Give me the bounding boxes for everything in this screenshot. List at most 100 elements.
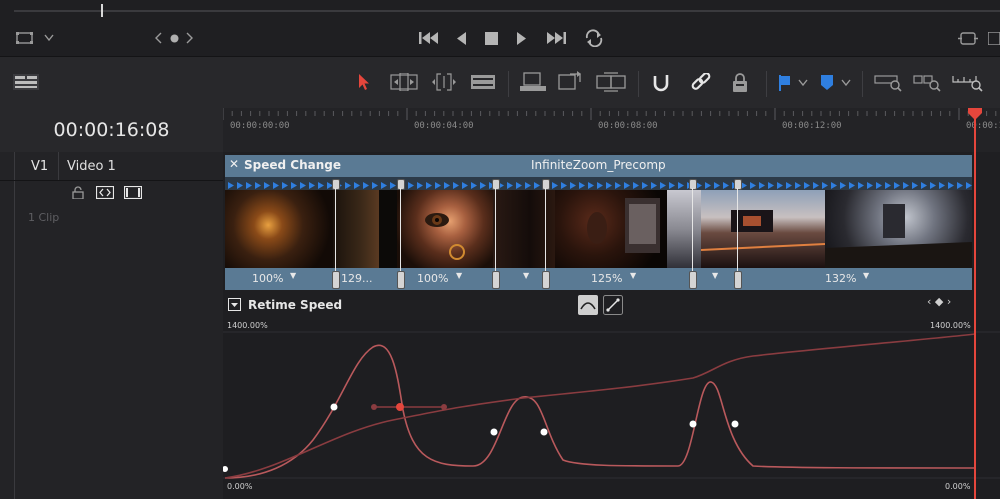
detail-zoom-icon[interactable] — [913, 72, 941, 92]
speed-direction-arrow — [516, 182, 522, 189]
curve-dropdown-icon[interactable] — [228, 298, 241, 311]
previous-clip-icon[interactable] — [154, 32, 162, 44]
speed-point-bottom-handle[interactable] — [332, 271, 340, 289]
speed-point-bottom-handle[interactable] — [397, 271, 405, 289]
speed-direction-arrow — [525, 182, 531, 189]
segment-speed[interactable]: 125% — [591, 272, 622, 285]
thumbnail-dark — [379, 190, 397, 268]
clip-header[interactable]: ✕ Speed Change InfiniteZoom_Precomp — [225, 155, 972, 177]
disable-video-track-icon[interactable] — [124, 186, 142, 199]
track-divider — [0, 180, 223, 181]
linear-curve-icon[interactable] — [603, 295, 623, 315]
speed-point-bottom-handle[interactable] — [492, 271, 500, 289]
scrub-track[interactable] — [14, 10, 1000, 12]
clip-count: 1 Clip — [28, 211, 60, 224]
close-speed-change-button[interactable]: ✕ — [229, 157, 239, 171]
playhead[interactable] — [974, 108, 976, 499]
keyframe-navigation[interactable]: ‹ ◆ › — [927, 295, 951, 308]
blade-tool-icon[interactable] — [471, 75, 495, 89]
track-id[interactable]: V1 — [31, 159, 48, 174]
speed-point-top-handle[interactable] — [397, 179, 405, 190]
keyframe-point[interactable] — [689, 420, 697, 428]
speed-point-top-handle[interactable] — [689, 179, 697, 190]
speed-direction-arrow — [237, 182, 243, 189]
speed-point-bottom-handle[interactable] — [542, 271, 550, 289]
overwrite-clip-icon[interactable] — [558, 70, 584, 92]
speed-point-bottom-handle[interactable] — [689, 271, 697, 289]
auto-track-select-icon[interactable] — [96, 186, 114, 199]
track-name[interactable]: Video 1 — [67, 159, 116, 174]
timeline-view-options-icon[interactable] — [13, 74, 39, 90]
keyframe-point[interactable] — [330, 403, 338, 411]
playhead-handle-icon[interactable] — [968, 108, 982, 120]
viewer-mode-icon[interactable] — [988, 32, 1000, 45]
loop-icon[interactable] — [583, 29, 605, 47]
speed-direction-arrow — [939, 182, 945, 189]
speed-direction-arrow — [840, 182, 846, 189]
chevron-down-icon[interactable] — [798, 79, 808, 87]
marker-icon[interactable] — [821, 75, 833, 90]
speed-point-line — [495, 188, 496, 271]
dynamic-trim-icon[interactable] — [431, 73, 457, 91]
lock-track-icon[interactable] — [72, 186, 84, 199]
clip-dot-icon[interactable] — [170, 34, 179, 43]
keyframe-point[interactable] — [731, 420, 739, 428]
speed-curve[interactable] — [224, 344, 976, 479]
custom-zoom-icon[interactable] — [952, 72, 984, 92]
bezier-curve-icon[interactable] — [578, 295, 598, 315]
segment-menu-arrow[interactable]: ▼ — [863, 271, 869, 280]
segment-menu-arrow[interactable]: ▼ — [630, 271, 636, 280]
snapping-magnet-icon[interactable] — [652, 73, 670, 93]
timeline-ruler[interactable]: 00:00:00:00 00:00:04:00 00:00:08:00 00:0… — [223, 108, 1000, 152]
speed-point-top-handle[interactable] — [332, 179, 340, 190]
segment-speed[interactable]: 132% — [825, 272, 856, 285]
speed-point-top-handle[interactable] — [492, 179, 500, 190]
speed-point-bottom-handle[interactable] — [734, 271, 742, 289]
segment-speed[interactable]: 100% — [252, 272, 283, 285]
selection-tool-icon[interactable] — [358, 74, 370, 91]
keyframe-point[interactable] — [540, 428, 548, 436]
next-clip-icon[interactable] — [186, 32, 194, 44]
segment-speed[interactable]: 100% — [417, 272, 448, 285]
keyframe-point[interactable] — [490, 428, 498, 436]
replace-clip-icon[interactable] — [596, 71, 626, 93]
toolbar-separator — [766, 71, 767, 97]
go-to-end-icon[interactable] — [545, 31, 567, 45]
flag-icon[interactable] — [779, 75, 791, 91]
viewer-layout-icon[interactable] — [16, 31, 34, 45]
track-divider — [58, 152, 59, 180]
retime-curve-editor[interactable]: 1400.00% 1400.00% 0.00% 0.00% — [223, 320, 1000, 499]
go-to-start-icon[interactable] — [418, 31, 440, 45]
position-lock-icon[interactable] — [731, 73, 749, 93]
curve-canvas[interactable] — [223, 320, 1000, 499]
segment-menu-arrow[interactable]: ▼ — [712, 271, 718, 280]
match-frame-icon[interactable] — [958, 32, 978, 45]
current-timecode[interactable]: 00:00:16:08 — [0, 108, 223, 152]
chevron-down-icon[interactable] — [44, 34, 54, 42]
frame-curve[interactable] — [224, 333, 976, 479]
keyframe-point[interactable] — [223, 466, 228, 472]
segment-menu-arrow[interactable]: ▼ — [456, 271, 462, 280]
top-scrub-bar[interactable] — [0, 0, 1000, 22]
speed-point-top-handle[interactable] — [734, 179, 742, 190]
retime-speed-label[interactable]: Retime Speed — [248, 298, 342, 312]
play-reverse-icon[interactable] — [456, 32, 467, 45]
play-icon[interactable] — [516, 32, 527, 45]
clip-thumbnails[interactable] — [225, 190, 972, 268]
speed-point-top-handle[interactable] — [542, 179, 550, 190]
speed-direction-arrow — [408, 182, 414, 189]
stop-icon[interactable] — [485, 32, 498, 45]
segment-menu-arrow[interactable]: ▼ — [290, 271, 296, 280]
bezier-handle-left[interactable] — [371, 404, 377, 410]
speed-direction-arrow — [264, 182, 270, 189]
segment-speed[interactable]: 129... — [341, 272, 373, 285]
segment-menu-arrow[interactable]: ▼ — [523, 271, 529, 280]
selected-keyframe[interactable] — [396, 403, 404, 411]
trim-edit-tool-icon[interactable] — [390, 73, 418, 91]
bezier-handle-right[interactable] — [441, 404, 447, 410]
full-extent-zoom-icon[interactable] — [874, 72, 902, 92]
chevron-down-icon[interactable] — [841, 79, 851, 87]
scrub-handle[interactable] — [101, 4, 103, 17]
linked-selection-icon[interactable] — [691, 73, 711, 93]
insert-clip-icon[interactable] — [520, 72, 546, 92]
